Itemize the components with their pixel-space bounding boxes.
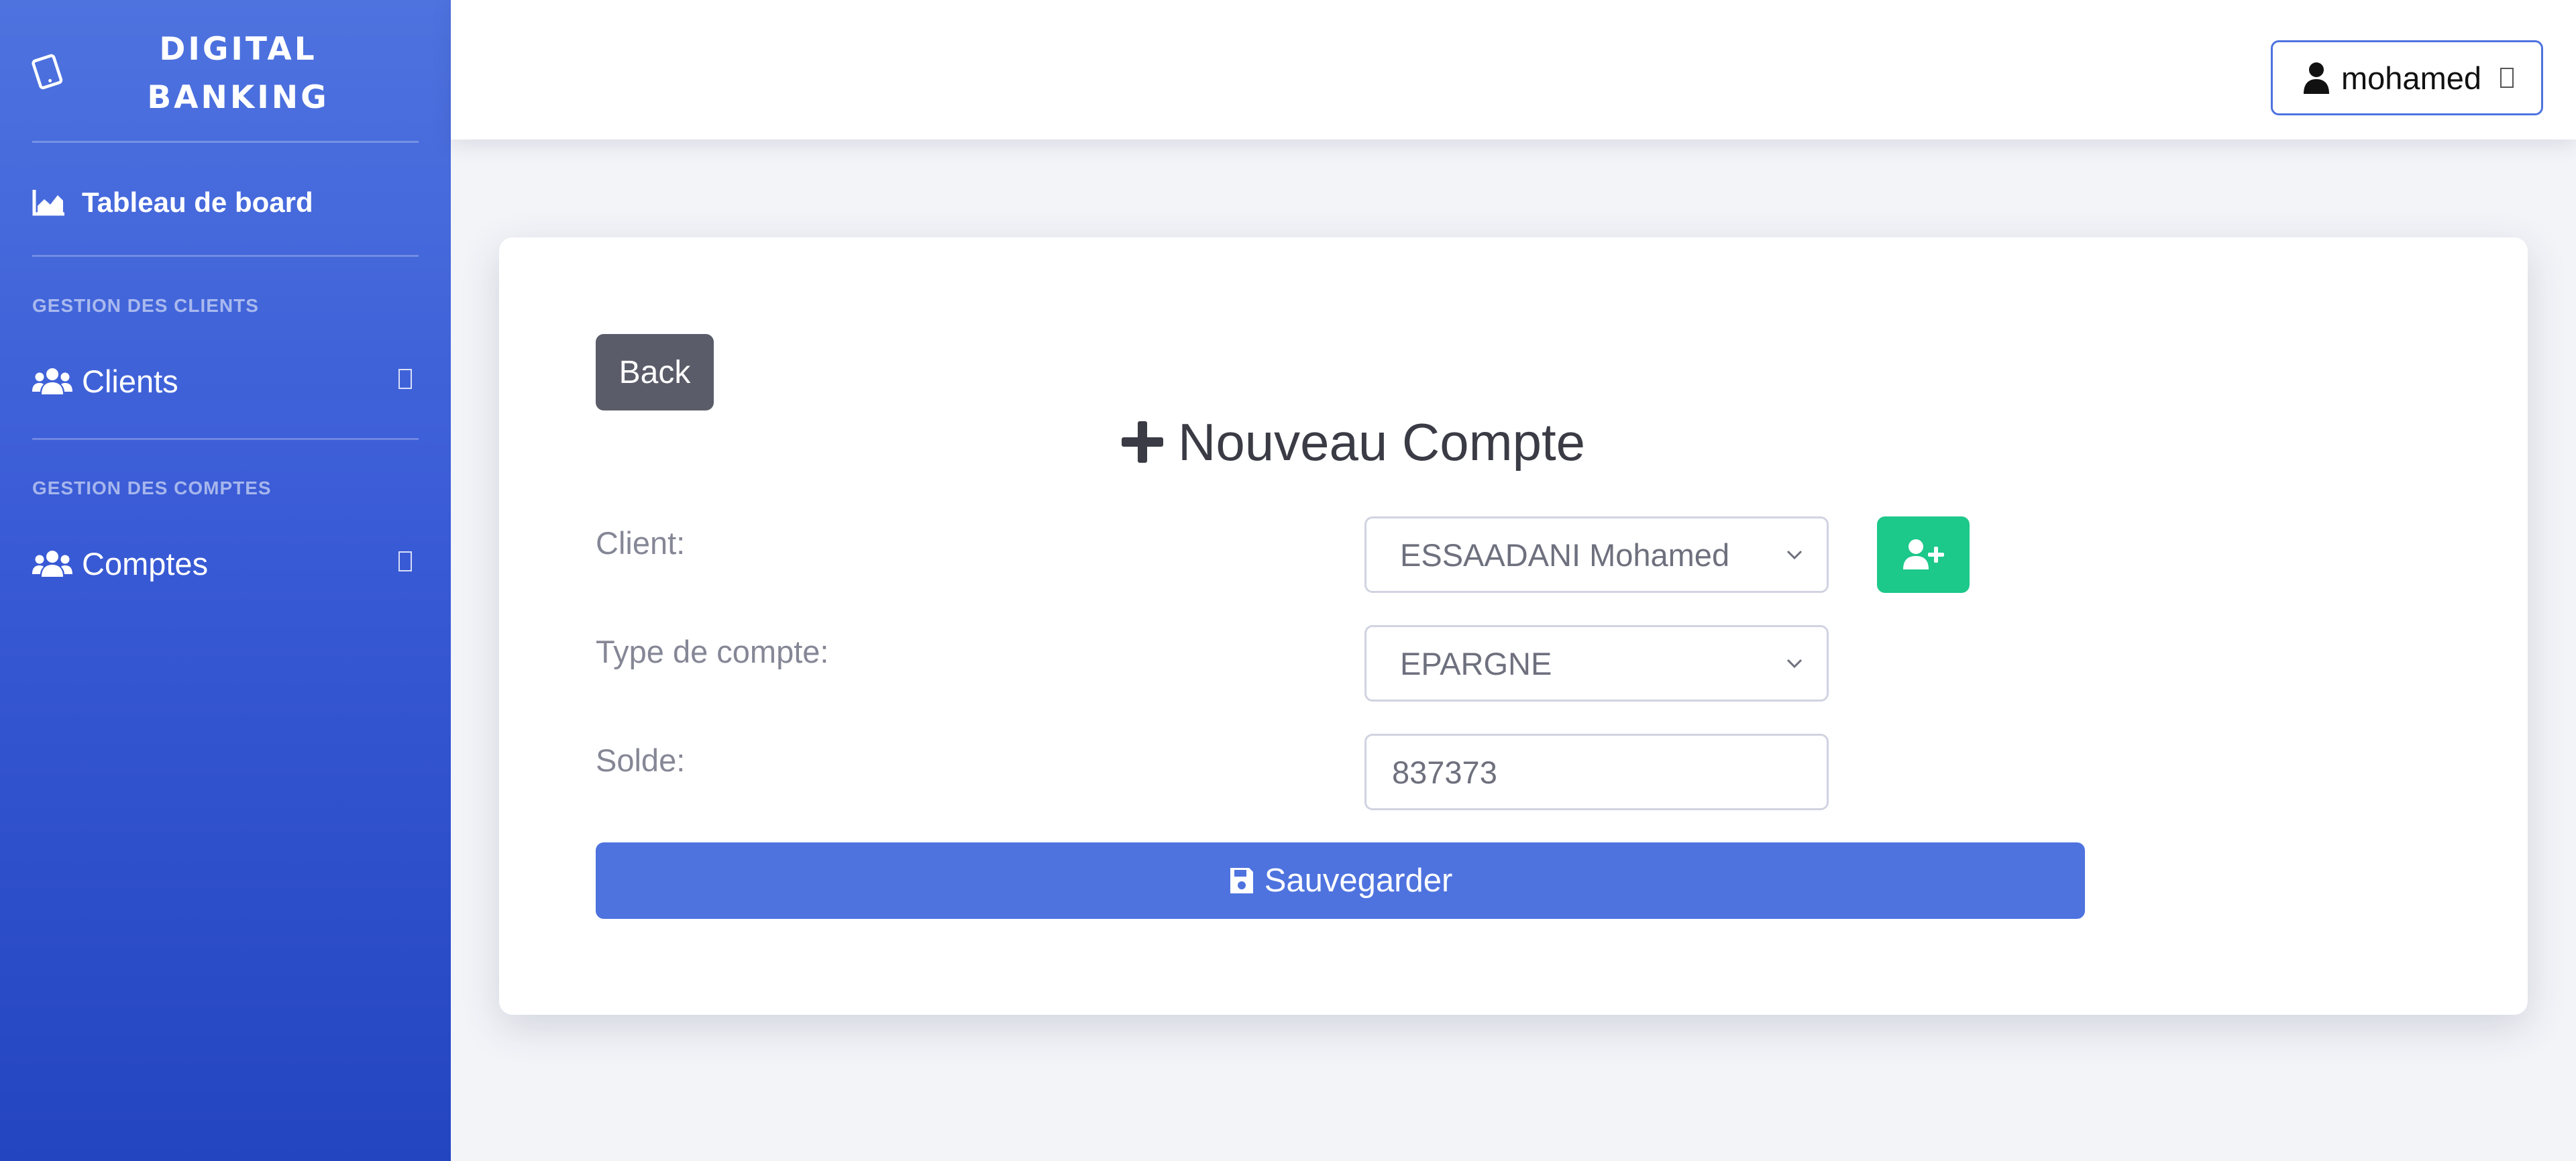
sidebar-divider bbox=[32, 141, 419, 143]
chevron-right-icon bbox=[398, 369, 412, 389]
back-button[interactable]: Back bbox=[596, 334, 714, 410]
section-heading-clients: GESTION DES CLIENTS bbox=[32, 295, 259, 316]
save-label: Sauvegarder bbox=[1264, 863, 1453, 899]
user-icon bbox=[2304, 62, 2329, 94]
user-menu-button[interactable]: mohamed bbox=[2271, 40, 2543, 115]
user-name: mohamed bbox=[2341, 60, 2481, 96]
save-button[interactable]: Sauvegarder bbox=[596, 842, 2085, 919]
brand-title: DIGITAL BANKING bbox=[147, 31, 329, 116]
client-label: Client: bbox=[596, 525, 686, 561]
users-icon bbox=[32, 547, 72, 580]
chevron-down-icon bbox=[1786, 550, 1803, 560]
client-select-value: ESSAADANI Mohamed bbox=[1400, 537, 1730, 573]
sidebar-item-comptes[interactable]: Comptes bbox=[32, 537, 419, 590]
sidebar-item-clients[interactable]: Clients bbox=[32, 354, 419, 408]
user-plus-icon bbox=[1903, 539, 1944, 569]
account-type-select[interactable]: EPARGNE bbox=[1364, 625, 1829, 702]
add-client-button[interactable] bbox=[1877, 516, 1970, 593]
topbar bbox=[451, 0, 2576, 140]
sidebar-item-label: Clients bbox=[82, 363, 178, 399]
users-icon bbox=[32, 364, 72, 398]
sidebar-item-label: Comptes bbox=[82, 545, 209, 582]
account-type-select-value: EPARGNE bbox=[1400, 645, 1552, 681]
section-heading-accounts: GESTION DES COMPTES bbox=[32, 478, 272, 498]
balance-input[interactable] bbox=[1364, 734, 1829, 810]
chevron-down-icon bbox=[1786, 659, 1803, 669]
tablet-icon bbox=[32, 54, 63, 90]
account-type-label: Type de compte: bbox=[596, 634, 829, 669]
chevron-right-icon bbox=[398, 551, 412, 571]
page-title-text: Nouveau Compte bbox=[1178, 412, 1586, 472]
balance-label: Solde: bbox=[596, 742, 686, 778]
sidebar: DIGITAL BANKING Tableau de board GESTION… bbox=[0, 0, 451, 1161]
floppy-disk-icon bbox=[1230, 868, 1253, 893]
sidebar-divider bbox=[32, 438, 419, 440]
sidebar-item-label: Tableau de board bbox=[82, 186, 313, 218]
dropdown-caret-icon bbox=[2500, 68, 2514, 88]
sidebar-divider bbox=[32, 255, 419, 257]
page-title: Nouveau Compte bbox=[1120, 410, 1585, 474]
chart-area-icon bbox=[32, 186, 72, 219]
sidebar-item-dashboard[interactable]: Tableau de board bbox=[32, 176, 419, 229]
plus-icon bbox=[1122, 421, 1163, 463]
brand[interactable]: DIGITAL BANKING bbox=[0, 0, 451, 141]
client-select[interactable]: ESSAADANI Mohamed bbox=[1364, 516, 1829, 593]
